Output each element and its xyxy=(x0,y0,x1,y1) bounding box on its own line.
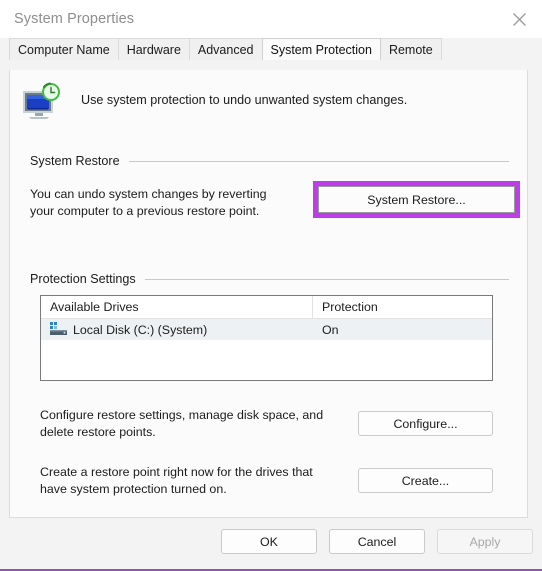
create-button[interactable]: Create... xyxy=(358,468,493,493)
list-header-row: Available Drives Protection xyxy=(41,296,492,319)
configure-button[interactable]: Configure... xyxy=(358,411,493,436)
window-title: System Properties xyxy=(14,11,135,27)
system-restore-description-line1: You can undo system changes by reverting xyxy=(30,187,267,201)
system-restore-description-line2: your computer to a previous restore poin… xyxy=(30,204,260,218)
configure-description-line2: delete restore points. xyxy=(40,425,156,439)
hard-drive-icon xyxy=(49,322,68,337)
tab-advanced[interactable]: Advanced xyxy=(188,38,263,60)
column-header-available-drives[interactable]: Available Drives xyxy=(41,296,313,318)
tab-system-protection[interactable]: System Protection xyxy=(261,38,381,60)
close-icon xyxy=(512,12,526,26)
drive-name-cell: Local Disk (C:) (System) xyxy=(41,322,313,337)
apply-button: Apply xyxy=(437,529,533,554)
protection-settings-group-label: Protection Settings xyxy=(30,272,136,286)
dialog-footer: OK Cancel Apply xyxy=(0,518,542,571)
title-bar: System Properties xyxy=(0,0,542,38)
panel-headline-text: Use system protection to undo unwanted s… xyxy=(81,93,408,107)
group-divider xyxy=(128,160,509,162)
column-header-protection[interactable]: Protection xyxy=(313,296,492,318)
drive-name-text: Local Disk (C:) (System) xyxy=(73,322,208,337)
table-row[interactable]: Local Disk (C:) (System) On xyxy=(41,319,492,340)
tab-hardware[interactable]: Hardware xyxy=(117,38,190,60)
tab-remote[interactable]: Remote xyxy=(379,38,442,60)
cancel-button[interactable]: Cancel xyxy=(329,529,425,554)
create-description-line1: Create a restore point right now for the… xyxy=(40,465,313,479)
system-properties-window: System Properties Computer Name Hardware… xyxy=(0,0,542,571)
close-button[interactable] xyxy=(496,0,542,38)
configure-description: Configure restore settings, manage disk … xyxy=(40,407,350,441)
ok-button[interactable]: OK xyxy=(221,529,317,554)
system-restore-button[interactable]: System Restore... xyxy=(318,186,515,213)
protection-status-cell: On xyxy=(322,322,339,337)
available-drives-list[interactable]: Available Drives Protection Local Disk (… xyxy=(40,295,493,381)
system-protection-icon xyxy=(19,82,63,122)
create-description-line2: have system protection turned on. xyxy=(40,482,227,496)
tab-strip: Computer Name Hardware Advanced System P… xyxy=(0,38,542,60)
group-divider xyxy=(144,278,509,280)
protection-settings-group-header: Protection Settings xyxy=(30,272,509,286)
system-restore-group-label: System Restore xyxy=(30,154,120,168)
create-description: Create a restore point right now for the… xyxy=(40,464,350,498)
system-restore-description: You can undo system changes by reverting… xyxy=(30,186,310,220)
tab-computer-name[interactable]: Computer Name xyxy=(9,38,119,60)
system-restore-button-highlight: System Restore... xyxy=(313,181,520,218)
system-restore-group-header: System Restore xyxy=(30,154,509,168)
panel-headline-row: Use system protection to undo unwanted s… xyxy=(19,82,407,122)
system-protection-panel: Use system protection to undo unwanted s… xyxy=(9,70,528,518)
configure-description-line1: Configure restore settings, manage disk … xyxy=(40,408,324,422)
